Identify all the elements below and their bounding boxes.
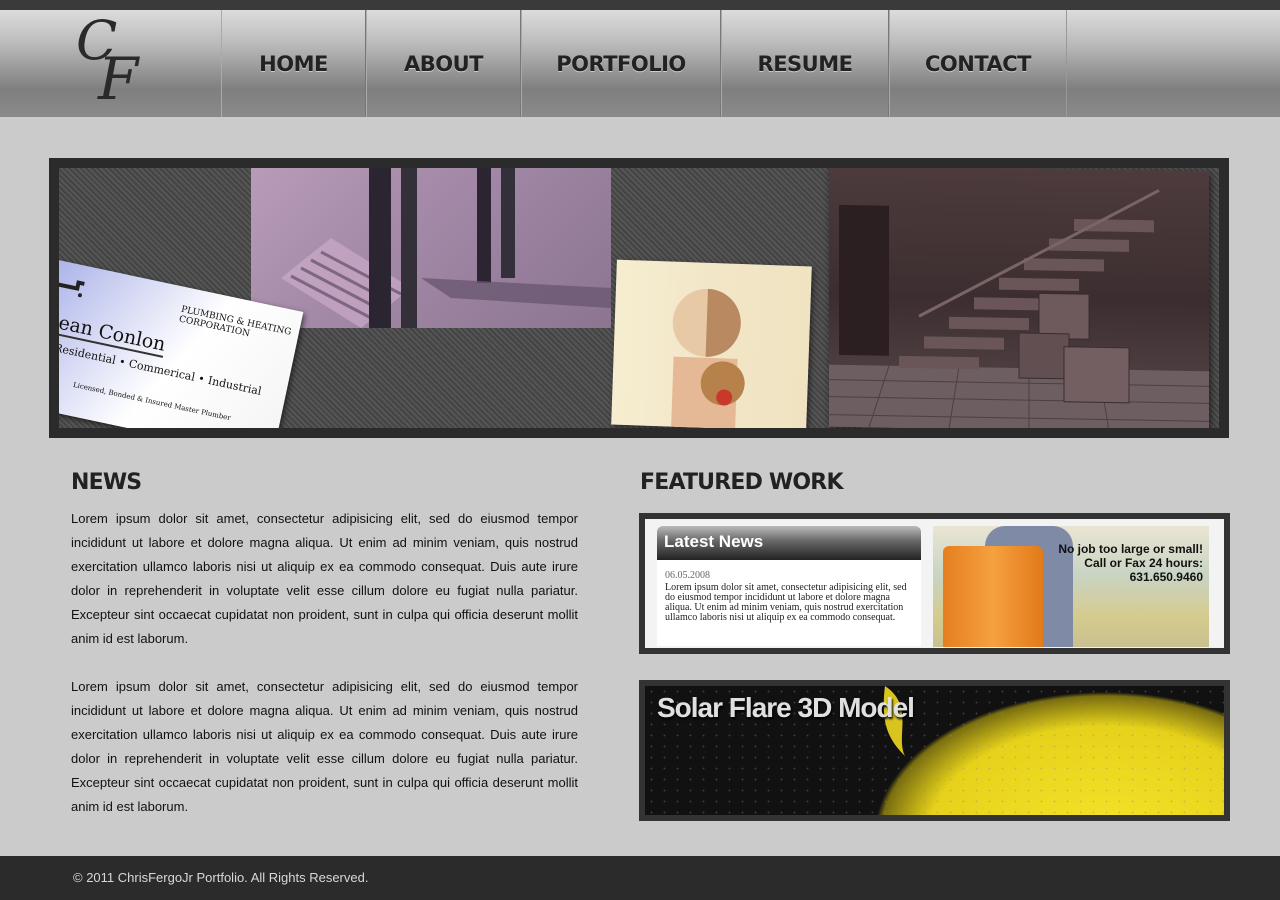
render-image-pipes (251, 168, 611, 328)
solar-flare-thumbnail: Solar Flare 3D Model (645, 686, 1224, 815)
card-license: Licensed, Bonded & Insured Master Plumbe… (72, 380, 232, 423)
nav-resume[interactable]: RESUME (721, 10, 889, 117)
nav-contact[interactable]: CONTACT (889, 10, 1067, 117)
faucet-icon (59, 280, 85, 298)
latest-news-text: Lorem ipsum dolor sit amet, consectetur … (665, 582, 907, 623)
featured-work-heading: FEATURED WORK (640, 470, 844, 495)
header: C F HOME ABOUT PORTFOLIO RESUME CONTACT (0, 10, 1280, 117)
ad-text: No job too large or small! Call or Fax 2… (1058, 542, 1203, 584)
footer: © 2011 ChrisFergoJr Portfolio. All Right… (0, 856, 1280, 900)
latest-news-tab: Latest News (657, 526, 921, 560)
latest-news-date: 06.05.2008 (665, 570, 710, 581)
ad-image: No job too large or small! Call or Fax 2… (933, 526, 1209, 647)
ad-line-1: No job too large or small! (1058, 542, 1203, 556)
featured-work-solar-flare[interactable]: Solar Flare 3D Model (639, 680, 1230, 821)
child-photo-image (611, 259, 812, 428)
copyright-text: © 2011 ChrisFergoJr Portfolio. All Right… (73, 870, 369, 885)
top-strip (0, 0, 1280, 10)
staircase-render-image (829, 168, 1209, 428)
nav-home[interactable]: HOME (221, 10, 366, 117)
staircase-illustration (829, 189, 1209, 428)
pipes-illustration (281, 168, 611, 328)
tank-figure (943, 546, 1043, 647)
ad-line-2: Call or Fax 24 hours: (1084, 556, 1203, 570)
featured-work-plumbing-site[interactable]: Latest News 06.05.2008 Lorem ipsum dolor… (639, 513, 1230, 654)
featured-work-thumbnail: Latest News 06.05.2008 Lorem ipsum dolor… (645, 519, 1224, 648)
nav-about[interactable]: ABOUT (366, 10, 521, 117)
site-logo[interactable]: C F (76, 14, 156, 114)
news-heading: NEWS (71, 470, 142, 495)
hero-banner: PLUMBING & HEATING CORPORATION Sean Conl… (49, 158, 1229, 438)
logo-letter-f: F (98, 45, 139, 113)
latest-news-panel: Latest News 06.05.2008 Lorem ipsum dolor… (657, 526, 921, 646)
solar-flare-title: Solar Flare 3D Model (657, 692, 915, 723)
banner-collage: PLUMBING & HEATING CORPORATION Sean Conl… (59, 168, 1219, 428)
nav-portfolio[interactable]: PORTFOLIO (521, 10, 721, 117)
child-illustration (671, 288, 745, 428)
card-corp-text: PLUMBING & HEATING CORPORATION (178, 304, 293, 340)
ad-phone: 631.650.9460 (1129, 570, 1203, 584)
news-paragraph: Lorem ipsum dolor sit amet, consectetur … (71, 511, 578, 646)
news-paragraph: Lorem ipsum dolor sit amet, consectetur … (71, 679, 578, 814)
main-nav: HOME ABOUT PORTFOLIO RESUME CONTACT (221, 10, 1067, 117)
